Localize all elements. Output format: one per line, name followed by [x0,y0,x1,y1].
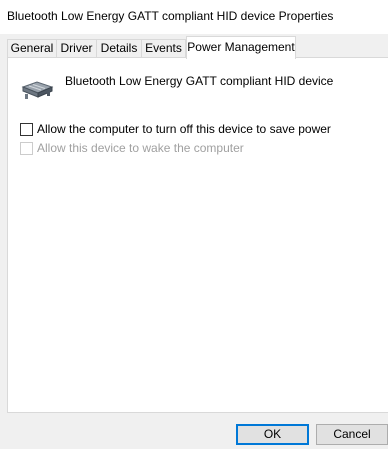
tab-driver[interactable]: Driver [56,39,97,57]
tab-general[interactable]: General [7,39,57,57]
title-bar[interactable]: Bluetooth Low Energy GATT compliant HID … [0,0,388,34]
properties-dialog: Bluetooth Low Energy GATT compliant HID … [0,0,388,449]
allow-wake-option: Allow this device to wake the computer [20,140,244,156]
allow-wake-checkbox [20,141,33,155]
tab-power-management[interactable]: Power Management [186,36,296,59]
allow-turn-off-label[interactable]: Allow the computer to turn off this devi… [37,122,331,136]
window-title: Bluetooth Low Energy GATT compliant HID … [7,9,334,23]
tab-details[interactable]: Details [96,39,142,57]
bluetooth-device-icon [21,76,55,102]
power-management-panel: Bluetooth Low Energy GATT compliant HID … [7,57,388,413]
tab-events[interactable]: Events [141,39,186,57]
ok-button[interactable]: OK [236,424,309,445]
allow-turn-off-checkbox[interactable] [20,122,33,136]
tab-strip: General Driver Details Events Power Mana… [0,36,388,59]
cancel-button[interactable]: Cancel [316,424,388,445]
allow-wake-label: Allow this device to wake the computer [37,141,244,155]
device-name: Bluetooth Low Energy GATT compliant HID … [65,74,334,88]
allow-turn-off-option[interactable]: Allow the computer to turn off this devi… [20,121,331,137]
